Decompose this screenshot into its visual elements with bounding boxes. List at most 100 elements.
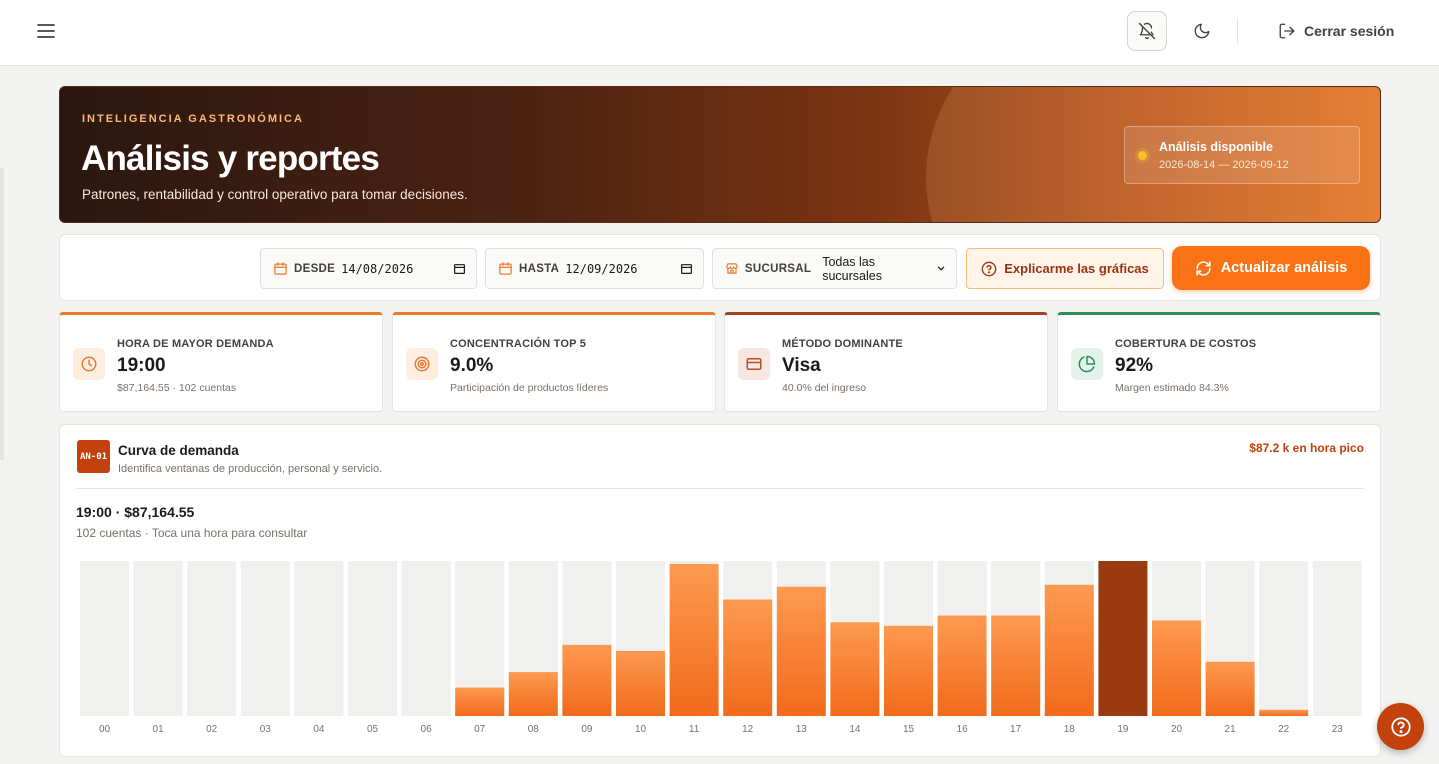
logout-label: Cerrar sesión: [1304, 23, 1395, 39]
kpi-foot: $87,164.55 · 102 cuentas: [117, 382, 237, 394]
store-icon: [726, 263, 738, 274]
bar-hour-11[interactable]: [669, 563, 719, 716]
from-date-value[interactable]: 14/08/2026: [341, 262, 413, 276]
x-tick-label: 08: [528, 724, 540, 735]
bar-track-23[interactable]: [1312, 561, 1362, 716]
page-title: Análisis y reportes: [81, 139, 380, 178]
to-date-value[interactable]: 12/09/2026: [565, 262, 637, 276]
bar-hour-10[interactable]: [616, 650, 665, 716]
clock-icon: [73, 348, 105, 380]
bar-hour-14[interactable]: [830, 622, 880, 716]
demand-bar-chart[interactable]: 00 01 02 03 04 05 06 07 08 09 10 11 12 13 14 15 16 17 18 19…: [60, 425, 1382, 758]
x-tick-label: 11: [689, 724, 700, 735]
x-tick-label: 12: [742, 724, 754, 735]
sidebar-edge: [0, 168, 4, 460]
theme-toggle[interactable]: [1188, 17, 1216, 45]
bar-hour-21[interactable]: [1205, 661, 1255, 716]
to-label: HASTA: [519, 262, 560, 275]
bell-off-icon: [1138, 22, 1156, 40]
refresh-analysis-label: Actualizar análisis: [1220, 260, 1348, 276]
bar-track-06[interactable]: [401, 561, 451, 716]
x-tick-label: 03: [260, 724, 272, 735]
x-tick-label: 19: [1117, 724, 1129, 735]
help-circle-icon: [981, 261, 997, 276]
bar-hour-17[interactable]: [991, 615, 1041, 716]
bar-hour-16[interactable]: [937, 615, 987, 716]
bar-track-22[interactable]: [1259, 561, 1309, 716]
filters-bar: DESDE 14/08/2026 HASTA 12/09/2026 SUCURS…: [59, 234, 1381, 301]
bar-hour-08[interactable]: [508, 672, 558, 716]
bar-track-05[interactable]: [348, 561, 397, 716]
kpi-value: 92%: [1115, 355, 1154, 376]
x-tick-label: 07: [474, 724, 486, 735]
demand-curve-card: AN-01 Curva de demanda Identifica ventan…: [59, 424, 1381, 757]
calendar-icon: [499, 262, 512, 275]
bar-hour-13[interactable]: [776, 586, 826, 716]
kpi-value: 19:00: [117, 355, 166, 376]
menu-icon[interactable]: [33, 18, 59, 44]
kpi-label: MÉTODO DOMINANTE: [782, 338, 903, 350]
x-tick-label: 20: [1171, 724, 1183, 735]
credit-card-icon: [738, 348, 770, 380]
bar-track-02[interactable]: [187, 561, 237, 716]
kpi-label: HORA DE MAYOR DEMANDA: [117, 338, 274, 350]
x-tick-label: 06: [421, 724, 433, 735]
x-tick-label: 21: [1225, 724, 1237, 735]
calendar-picker-icon[interactable]: [453, 262, 466, 275]
branch-select[interactable]: SUCURSAL Todas las sucursales: [712, 248, 957, 289]
x-tick-label: 16: [957, 724, 969, 735]
branch-label: SUCURSAL: [744, 262, 812, 275]
status-title: Análisis disponible: [1159, 140, 1273, 154]
from-date-field[interactable]: DESDE 14/08/2026: [260, 248, 477, 289]
kpi-label: COBERTURA DE COSTOS: [1115, 338, 1257, 350]
kpi-cost-coverage: COBERTURA DE COSTOS 92% Margen estimado …: [1057, 312, 1381, 412]
kpi-value: 9.0%: [450, 355, 494, 376]
bar-hour-09[interactable]: [562, 644, 612, 716]
bar-hour-15[interactable]: [884, 625, 933, 716]
branch-value[interactable]: Todas las sucursales: [822, 255, 930, 283]
x-tick-label: 22: [1278, 724, 1290, 735]
bar-track-00[interactable]: [80, 561, 129, 716]
logout-icon: [1279, 23, 1295, 39]
kpi-value: Visa: [782, 355, 821, 376]
bar-hour-18[interactable]: [1044, 584, 1094, 716]
to-date-field[interactable]: HASTA 12/09/2026: [485, 248, 704, 289]
help-circle-icon: [1390, 716, 1411, 737]
pie-chart-icon: [1071, 348, 1103, 380]
x-tick-label: 14: [849, 724, 861, 735]
kpi-top5-concentration: CONCENTRACIÓN TOP 5 9.0% Participación d…: [392, 312, 716, 412]
bar-track-01[interactable]: [133, 561, 183, 716]
kpi-foot: Participación de productos líderes: [450, 382, 609, 394]
bar-hour-20[interactable]: [1152, 620, 1201, 716]
from-label: DESDE: [294, 262, 336, 275]
bar-track-03[interactable]: [240, 561, 290, 716]
calendar-picker-icon[interactable]: [680, 262, 693, 275]
refresh-analysis-button[interactable]: Actualizar análisis: [1172, 246, 1370, 290]
logout-button[interactable]: Cerrar sesión: [1278, 18, 1394, 44]
x-tick-label: 04: [313, 724, 325, 735]
x-tick-label: 05: [367, 724, 379, 735]
top-bar: Cerrar sesión: [0, 0, 1439, 66]
explain-charts-label: Explicarme las gráficas: [1004, 261, 1149, 276]
x-tick-label: 02: [206, 724, 218, 735]
explain-charts-button[interactable]: Explicarme las gráficas: [966, 248, 1164, 289]
x-tick-label: 18: [1064, 724, 1076, 735]
notifications-off-button[interactable]: [1127, 11, 1167, 51]
top-divider: [1237, 18, 1238, 44]
bar-hour-22[interactable]: [1259, 709, 1309, 716]
hero-kicker: INTELIGENCIA GASTRONÓMICA: [82, 113, 304, 125]
bar-track-04[interactable]: [294, 561, 344, 716]
x-tick-label: 23: [1332, 724, 1344, 735]
help-button[interactable]: [1377, 703, 1424, 750]
kpi-foot: 40.0% del ingreso: [782, 382, 867, 394]
bar-hour-19[interactable]: [1098, 561, 1148, 716]
x-tick-label: 01: [153, 724, 165, 735]
moon-icon: [1194, 23, 1210, 39]
bar-hour-07[interactable]: [455, 687, 505, 716]
x-tick-label: 13: [796, 724, 808, 735]
bar-hour-12[interactable]: [723, 599, 773, 716]
kpi-dominant-method: MÉTODO DOMINANTE Visa 40.0% del ingreso: [724, 312, 1048, 412]
x-tick-label: 15: [903, 724, 915, 735]
status-date-range: 2026-08-14 — 2026-09-12: [1159, 159, 1289, 171]
chevron-down-icon: [937, 266, 945, 271]
